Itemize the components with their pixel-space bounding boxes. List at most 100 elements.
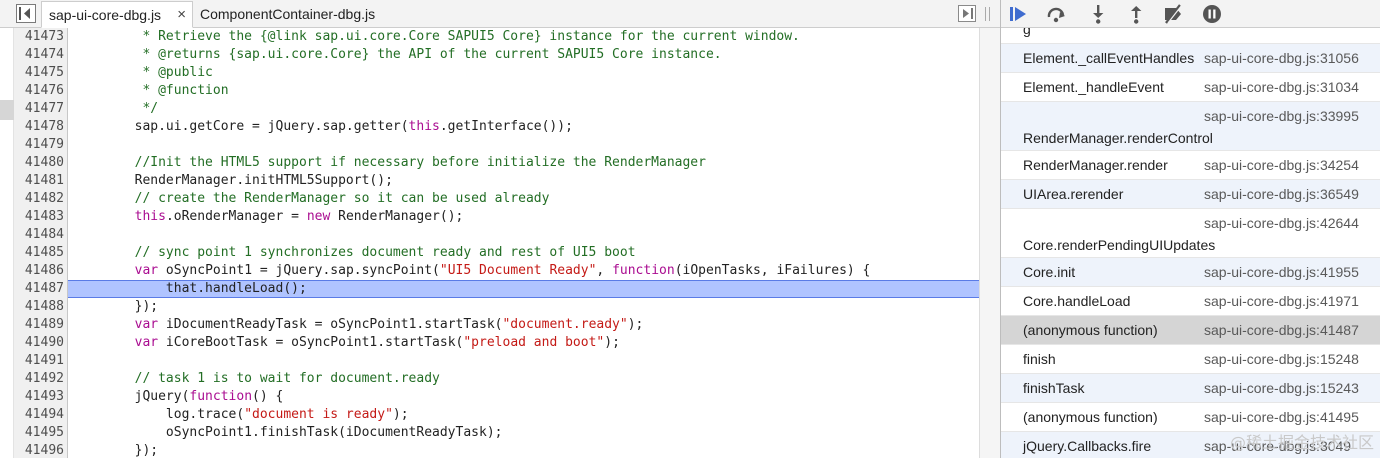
code-line[interactable]: var iDocumentReadyTask = oSyncPoint1.sta… — [68, 316, 979, 334]
step-over-icon[interactable] — [1045, 3, 1067, 25]
call-frame[interactable]: finishTask sap-ui-core-dbg.js:15243 — [1001, 374, 1380, 403]
code-line[interactable] — [68, 136, 979, 154]
code-line[interactable]: //Init the HTML5 support if necessary be… — [68, 154, 979, 172]
line-number[interactable]: 41477 — [14, 100, 64, 118]
call-frame[interactable]: Core.init sap-ui-core-dbg.js:41955 — [1001, 258, 1380, 287]
call-frame-location[interactable]: sap-ui-core-dbg.js:31056 — [1204, 50, 1359, 66]
line-number[interactable]: 41489 — [14, 316, 64, 334]
editor-tab-bar: sap-ui-core-dbg.js × ComponentContainer-… — [0, 0, 1000, 28]
code-line[interactable]: this.oRenderManager = new RenderManager(… — [68, 208, 979, 226]
call-frame-location[interactable]: sap-ui-core-dbg.js:36549 — [1204, 186, 1359, 202]
code-line[interactable]: }); — [68, 442, 979, 458]
call-frame-function: (anonymous function) — [1023, 409, 1158, 425]
code-line[interactable]: * @public — [68, 64, 979, 82]
code-line[interactable]: var iCoreBootTask = oSyncPoint1.startTas… — [68, 334, 979, 352]
call-frame-location[interactable]: sap-ui-core-dbg.js:41955 — [1204, 264, 1359, 280]
call-frame[interactable]: RenderManager.render sap-ui-core-dbg.js:3… — [1001, 151, 1380, 180]
code-line[interactable]: }); — [68, 298, 979, 316]
call-frame[interactable]: finish sap-ui-core-dbg.js:15248 — [1001, 345, 1380, 374]
call-frame-location[interactable]: sap-ui-core-dbg.js:31034 — [1204, 79, 1359, 95]
tab-sap-ui-core-dbg[interactable]: sap-ui-core-dbg.js × — [41, 1, 193, 28]
call-frame-location[interactable]: sap-ui-core-dbg.js:33995 — [1204, 108, 1359, 124]
line-number[interactable]: 41483 — [14, 208, 64, 226]
line-number[interactable]: 41486 — [14, 262, 64, 280]
line-number[interactable]: 41488 — [14, 298, 64, 316]
call-frame[interactable]: (anonymous function) sap-ui-core-dbg.js:4… — [1001, 403, 1380, 432]
call-frame-function: Core.init — [1023, 264, 1076, 280]
deactivate-breakpoints-icon[interactable] — [1162, 3, 1184, 25]
call-frame[interactable]: UIArea.rerender sap-ui-core-dbg.js:36549 — [1001, 180, 1380, 209]
code-line[interactable]: var oSyncPoint1 = jQuery.sap.syncPoint("… — [68, 262, 979, 280]
line-number[interactable]: 41492 — [14, 370, 64, 388]
line-number-gutter[interactable]: 41473 41474 41475 41476 41477 41478 41479 41480… — [14, 28, 68, 458]
toggle-navigator-icon[interactable] — [16, 4, 36, 23]
code-line[interactable]: oSyncPoint1.finishTask(iDocumentReadyTas… — [68, 424, 979, 442]
line-number[interactable]: 41474 — [14, 46, 64, 64]
tab-componentcontainer-dbg[interactable]: ComponentContainer-dbg.js — [193, 1, 433, 28]
code-line[interactable]: * @function — [68, 82, 979, 100]
line-number[interactable]: 41478 — [14, 118, 64, 136]
call-frame[interactable]: g — [1001, 28, 1380, 44]
code-line[interactable]: // task 1 is to wait for document.ready — [68, 370, 979, 388]
code-token: oSyncPoint1 = jQuery.sap.syncPoint( — [158, 263, 440, 278]
code-line[interactable]: // sync point 1 synchronizes document re… — [68, 244, 979, 262]
line-number[interactable]: 41491 — [14, 352, 64, 370]
call-frame-location[interactable]: sap-ui-core-dbg.js:42644 — [1204, 215, 1359, 231]
code-line[interactable] — [68, 226, 979, 244]
resume-icon[interactable] — [1007, 3, 1029, 25]
code-line[interactable]: */ — [68, 100, 979, 118]
line-number[interactable]: 41473 — [14, 28, 64, 46]
code-line[interactable]: sap.ui.getCore = jQuery.sap.getter(this.… — [68, 118, 979, 136]
close-icon[interactable]: × — [177, 2, 186, 28]
call-frame-location[interactable]: sap-ui-core-dbg.js:41971 — [1204, 293, 1359, 309]
code-token: (iOpenTasks, iFailures) { — [674, 263, 871, 278]
line-number[interactable]: 41494 — [14, 406, 64, 424]
call-frame[interactable]: RenderManager.renderControl sap-ui-core-d… — [1001, 102, 1380, 151]
line-number[interactable]: 41481 — [14, 172, 64, 190]
line-number[interactable]: 41496 — [14, 442, 64, 458]
toggle-debugger-icon[interactable] — [958, 5, 976, 22]
call-frame-location[interactable]: sap-ui-core-dbg.js:15248 — [1204, 351, 1359, 367]
code-line[interactable]: that.handleLoad(); — [68, 280, 979, 298]
code-line[interactable]: // create the RenderManager so it can be… — [68, 190, 979, 208]
code-token: () { — [252, 389, 284, 404]
line-number[interactable]: 41495 — [14, 424, 64, 442]
line-number[interactable]: 41479 — [14, 136, 64, 154]
ruler-marker — [0, 100, 14, 120]
line-number[interactable]: 41482 — [14, 190, 64, 208]
call-frame-location[interactable]: sap-ui-core-dbg.js:15243 — [1204, 380, 1359, 396]
code-area[interactable]: * Retrieve the {@link sap.ui.core.Core S… — [68, 28, 979, 458]
call-frame[interactable]: Core.renderPendingUIUpdates sap-ui-core-d… — [1001, 209, 1380, 258]
line-number[interactable]: 41490 — [14, 334, 64, 352]
call-frame[interactable]: (anonymous function) sap-ui-core-dbg.js:4… — [1001, 316, 1380, 345]
code-token: that.handleLoad(); — [72, 281, 307, 296]
call-frame[interactable]: Element._callEventHandles sap-ui-core-dbg… — [1001, 44, 1380, 73]
code-token: function — [612, 263, 675, 278]
code-line[interactable]: log.trace("document is ready"); — [68, 406, 979, 424]
call-frame[interactable]: Core.handleLoad sap-ui-core-dbg.js:41971 — [1001, 287, 1380, 316]
call-frame[interactable]: Element._handleEvent sap-ui-core-dbg.js:3… — [1001, 73, 1380, 102]
splitter-grip-icon[interactable] — [984, 7, 992, 21]
line-number[interactable]: 41485 — [14, 244, 64, 262]
line-number[interactable]: 41487 — [14, 280, 64, 298]
code-token: sap.ui.getCore = jQuery.sap.getter( — [72, 119, 409, 134]
step-out-icon[interactable] — [1125, 3, 1147, 25]
code-line[interactable]: jQuery(function() { — [68, 388, 979, 406]
line-number[interactable]: 41484 — [14, 226, 64, 244]
step-into-icon[interactable] — [1087, 3, 1109, 25]
line-number[interactable]: 41476 — [14, 82, 64, 100]
call-frame-location[interactable]: sap-ui-core-dbg.js:41495 — [1204, 409, 1359, 425]
code-line[interactable] — [68, 352, 979, 370]
code-line[interactable]: RenderManager.initHTML5Support(); — [68, 172, 979, 190]
code-token: * @function — [72, 83, 229, 98]
pause-on-exceptions-icon[interactable] — [1201, 3, 1223, 25]
code-line[interactable]: * @returns {sap.ui.core.Core} the API of… — [68, 46, 979, 64]
line-number[interactable]: 41493 — [14, 388, 64, 406]
call-frame-location[interactable]: sap-ui-core-dbg.js:41487 — [1204, 322, 1359, 338]
vertical-scrollbar[interactable] — [979, 28, 1000, 458]
line-number[interactable]: 41480 — [14, 154, 64, 172]
call-frame-location[interactable]: sap-ui-core-dbg.js:34254 — [1204, 157, 1359, 173]
code-line[interactable]: * Retrieve the {@link sap.ui.core.Core S… — [68, 28, 979, 46]
debugger-panel: g Element._callEventHandles sap-ui-core-db… — [1000, 0, 1380, 458]
line-number[interactable]: 41475 — [14, 64, 64, 82]
